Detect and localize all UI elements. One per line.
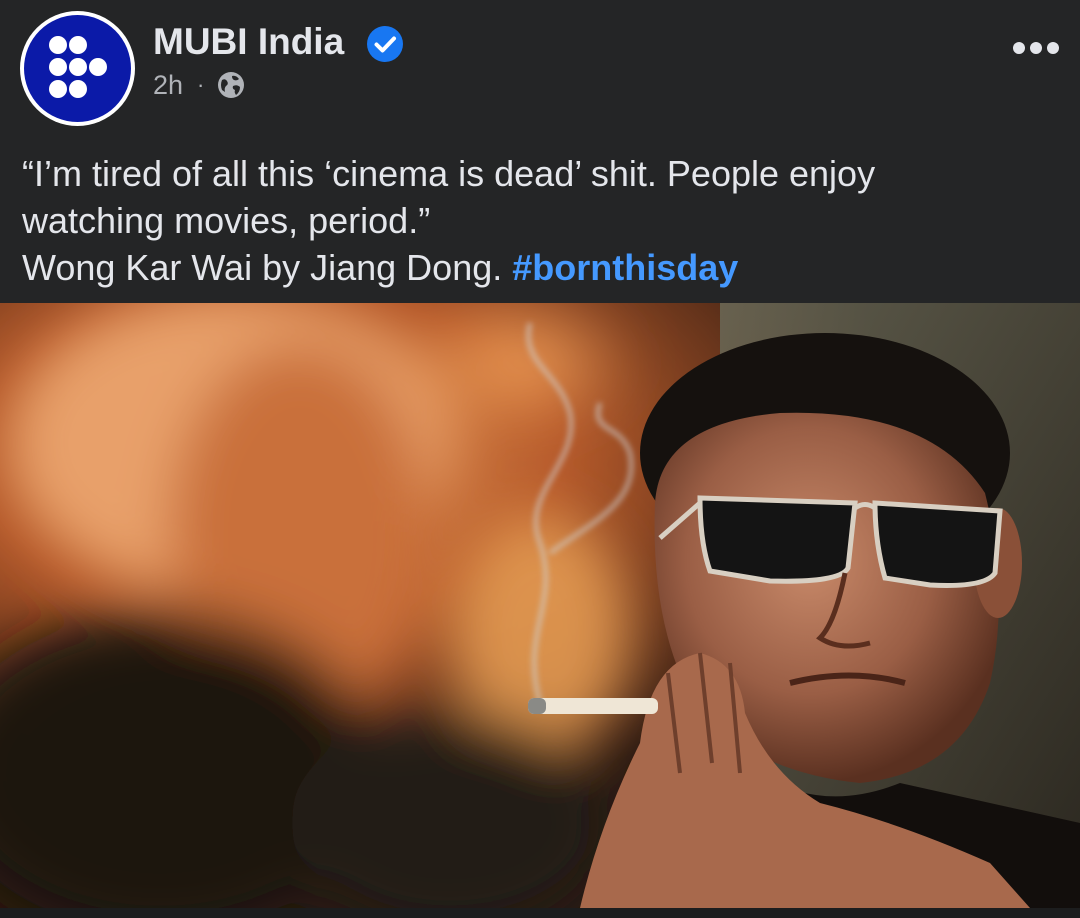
photo-illustration [0, 303, 1080, 908]
more-horizontal-icon [1013, 42, 1059, 54]
page-avatar[interactable] [20, 11, 135, 126]
post-meta: 2h · [153, 68, 246, 102]
post-text-line-2: watching movies, period.” [22, 200, 431, 241]
post-photo[interactable] [0, 303, 1080, 908]
post-text-line-3: Wong Kar Wai by Jiang Dong. #bornthisday [22, 244, 1062, 291]
post-caption: Wong Kar Wai by Jiang Dong. [22, 247, 513, 288]
more-options-button[interactable] [1008, 28, 1064, 68]
meta-separator: · [197, 72, 205, 97]
post-text: “I’m tired of all this ‘cinema is dead’ … [22, 150, 1062, 291]
mubi-dots-icon [49, 36, 107, 98]
verified-badge-icon [367, 26, 403, 62]
hashtag-link[interactable]: #bornthisday [512, 247, 738, 288]
author-name[interactable]: MUBI India [153, 20, 344, 64]
facebook-post: MUBI India 2h · “I’m tired of all this ‘… [0, 0, 1080, 918]
globe-icon[interactable] [216, 70, 246, 100]
post-timestamp[interactable]: 2h [153, 70, 183, 101]
post-footer-divider [0, 908, 1080, 918]
post-text-line-1: “I’m tired of all this ‘cinema is dead’ … [22, 153, 876, 194]
mubi-logo [24, 15, 131, 122]
